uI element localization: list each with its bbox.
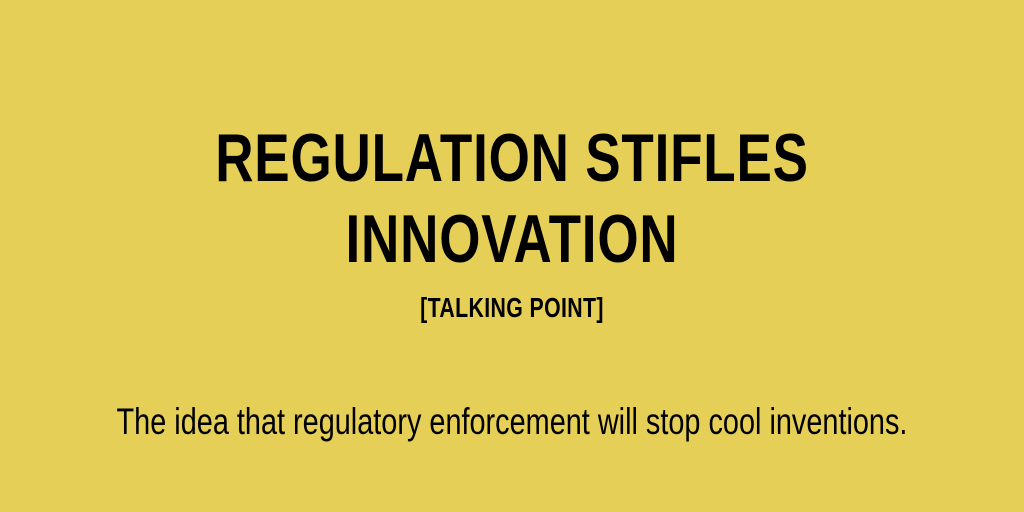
description-text: The idea that regulatory enforcement wil… [116,401,908,442]
talking-point-tag: [TALKING POINT] [420,292,604,323]
talking-point-card: REGULATION STIFLES INNOVATION [TALKING P… [0,0,1024,512]
headline-line-1: REGULATION STIFLES [215,120,809,196]
headline-line-2: INNOVATION [345,201,679,277]
